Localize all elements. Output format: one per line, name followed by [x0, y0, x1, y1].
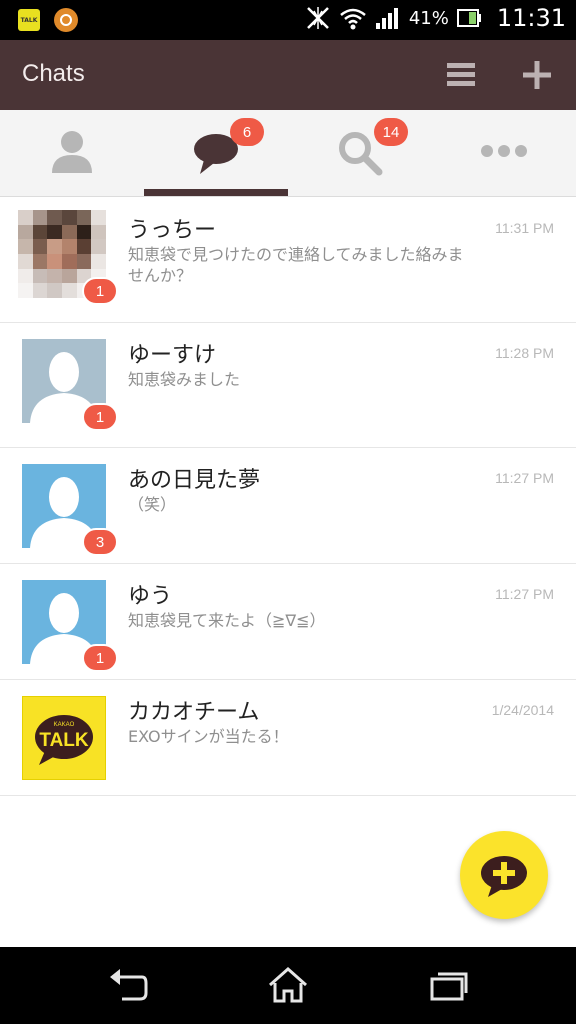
- chat-row-4[interactable]: 1 ゆう 知恵袋見て来たよ（≧∇≦） 11:27 PM: [0, 564, 576, 680]
- new-chat-plus-icon: [481, 856, 527, 897]
- nfc-icon: [306, 7, 329, 29]
- status-bar: TALK 41% 11:31: [0, 0, 576, 40]
- chat-time: 11:28 PM: [495, 345, 554, 361]
- battery-percent: 41%: [408, 7, 449, 29]
- system-status: 41% 11:31: [305, 4, 566, 32]
- signal-icon: [375, 8, 398, 29]
- app-bar: Chats: [0, 40, 576, 110]
- tab-chats[interactable]: 6: [144, 110, 288, 197]
- unread-badge: 1: [82, 403, 118, 431]
- chat-preview: 知恵袋見て来たよ（≧∇≦）: [128, 611, 326, 630]
- chat-row-1[interactable]: 1 うっちー 知恵袋で見つけたので連絡してみました絡みませんか？ 11:31 P…: [0, 198, 576, 323]
- wifi-icon: [340, 8, 366, 30]
- chat-row-2[interactable]: 1 ゆーすけ 知恵袋みました 11:28 PM: [0, 323, 576, 448]
- chat-preview: （笑）: [128, 495, 177, 514]
- tab-more[interactable]: [432, 110, 576, 197]
- back-button[interactable]: [106, 965, 150, 1005]
- chat-preview: 知恵袋で見つけたので連絡してみました絡みませんか？: [128, 245, 464, 285]
- chat-name: あの日見た夢: [128, 468, 261, 493]
- navigation-bar: [0, 947, 576, 1024]
- status-clock: 11:31: [496, 4, 566, 32]
- chat-time: 11:27 PM: [495, 470, 554, 486]
- chat-name: ゆう: [128, 584, 173, 609]
- battery-icon: [456, 9, 481, 27]
- home-icon: [269, 966, 307, 1003]
- chat-name: ゆーすけ: [128, 343, 217, 368]
- chat-list: 1 うっちー 知恵袋で見つけたので連絡してみました絡みませんか？ 11:31 P…: [0, 198, 576, 796]
- chat-preview: EXOサインが当たる！: [128, 727, 289, 746]
- back-icon: [110, 969, 148, 1001]
- home-button[interactable]: [266, 965, 310, 1005]
- chats-badge: 6: [230, 118, 264, 146]
- kakao-talk-logo-icon: KAKAO TALK: [35, 715, 93, 765]
- kakao-logo-small-text: KAKAO: [54, 722, 75, 728]
- chat-time: 11:31 PM: [495, 220, 554, 236]
- tab-bar: 6 14: [0, 110, 576, 197]
- kakaotalk-notification-icon: TALK: [18, 9, 40, 31]
- avatar-kakao: KAKAO TALK: [22, 696, 106, 780]
- hamburger-menu-icon: [447, 63, 475, 86]
- recent-apps-button[interactable]: [426, 965, 470, 1005]
- notification-icons: TALK: [18, 8, 78, 32]
- chat-preview: 知恵袋みました: [128, 370, 241, 389]
- unread-badge: 1: [82, 277, 118, 305]
- menu-button[interactable]: [446, 60, 476, 90]
- unread-badge: 3: [82, 528, 118, 556]
- chat-row-3[interactable]: 3 あの日見た夢 （笑） 11:27 PM: [0, 448, 576, 564]
- chat-name: カカオチーム: [128, 700, 260, 725]
- chat-time: 1/24/2014: [491, 702, 554, 718]
- plus-icon: [523, 61, 551, 89]
- tab-friends[interactable]: [0, 110, 144, 197]
- find-badge: 14: [374, 118, 408, 146]
- chat-row-5[interactable]: KAKAO TALK カカオチーム EXOサインが当たる！ 1/24/2014: [0, 680, 576, 796]
- more-dots-icon: [481, 145, 527, 157]
- new-chat-button[interactable]: [460, 831, 548, 919]
- unread-badge: 1: [82, 644, 118, 672]
- recent-apps-icon: [430, 972, 468, 1001]
- add-button[interactable]: [522, 60, 552, 90]
- active-tab-indicator: [144, 189, 288, 196]
- page-title: Chats: [22, 60, 85, 87]
- chat-time: 11:27 PM: [495, 586, 554, 602]
- person-icon: [52, 131, 92, 173]
- tab-find[interactable]: 14: [288, 110, 432, 197]
- kakao-logo-text: TALK: [39, 730, 89, 751]
- circle-app-icon: [54, 8, 78, 32]
- chat-name: うっちー: [128, 218, 217, 243]
